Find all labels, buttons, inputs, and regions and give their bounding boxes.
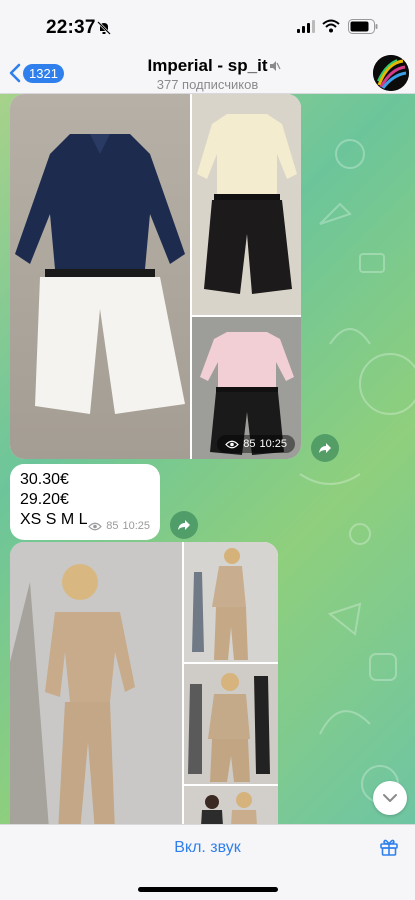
status-time: 22:37 [46, 17, 96, 38]
chevron-down-icon [383, 794, 397, 802]
unmute-button[interactable]: Вкл. звук [0, 839, 415, 857]
bottom-bar: Вкл. звук [0, 824, 415, 900]
eye-icon [225, 440, 240, 448]
album-1-views: 85 [243, 438, 256, 450]
home-indicator [138, 887, 278, 892]
photo-beige-set-2[interactable] [184, 542, 278, 662]
signal-icon [297, 20, 315, 33]
album-1-meta: 85 10:25 [217, 435, 295, 453]
text-message-views: 85 [106, 520, 119, 532]
battery-icon [348, 19, 378, 34]
photo-beige-set-4[interactable] [184, 786, 278, 824]
scroll-down-button[interactable] [373, 781, 407, 815]
forward-button-2[interactable] [170, 511, 198, 539]
channel-avatar[interactable] [373, 55, 409, 91]
forward-button-1[interactable] [311, 434, 339, 462]
photo-beige-set-main[interactable] [10, 542, 182, 824]
photo-navy-shirt-white-shorts[interactable] [10, 94, 190, 459]
chat-area[interactable]: 85 10:25 30.30€ 29.20€ XS S M L 85 10:25 [0, 94, 415, 824]
album-message-2[interactable] [10, 542, 278, 824]
wifi-icon [322, 19, 340, 33]
price-line-1: 30.30€ [20, 471, 69, 488]
gift-icon[interactable] [379, 837, 399, 857]
forward-icon [319, 443, 331, 453]
text-message[interactable]: 30.30€ 29.20€ XS S M L 85 10:25 [10, 464, 160, 540]
photo-beige-set-3[interactable] [184, 664, 278, 784]
channel-subscribers: 377 подписчиков [156, 77, 259, 92]
album-1-time: 10:25 [259, 438, 287, 450]
photo-cream-shirt-black-shorts[interactable] [192, 94, 301, 315]
eye-icon [88, 522, 103, 530]
channel-title[interactable]: Imperial - sp_it [0, 56, 415, 76]
album-message-1[interactable]: 85 10:25 [10, 94, 301, 459]
forward-icon [178, 520, 190, 530]
top-bar: 22:37 1321 Imperial - sp_it 377 подписчи… [0, 0, 415, 94]
text-message-meta: 85 10:25 [88, 520, 150, 532]
photo-pink-shirt-black-shorts[interactable]: 85 10:25 [192, 317, 301, 459]
mute-icon [270, 61, 281, 71]
price-line-2: 29.20€ [20, 491, 69, 508]
text-message-time: 10:25 [122, 520, 150, 532]
bell-slash-icon [97, 21, 111, 35]
